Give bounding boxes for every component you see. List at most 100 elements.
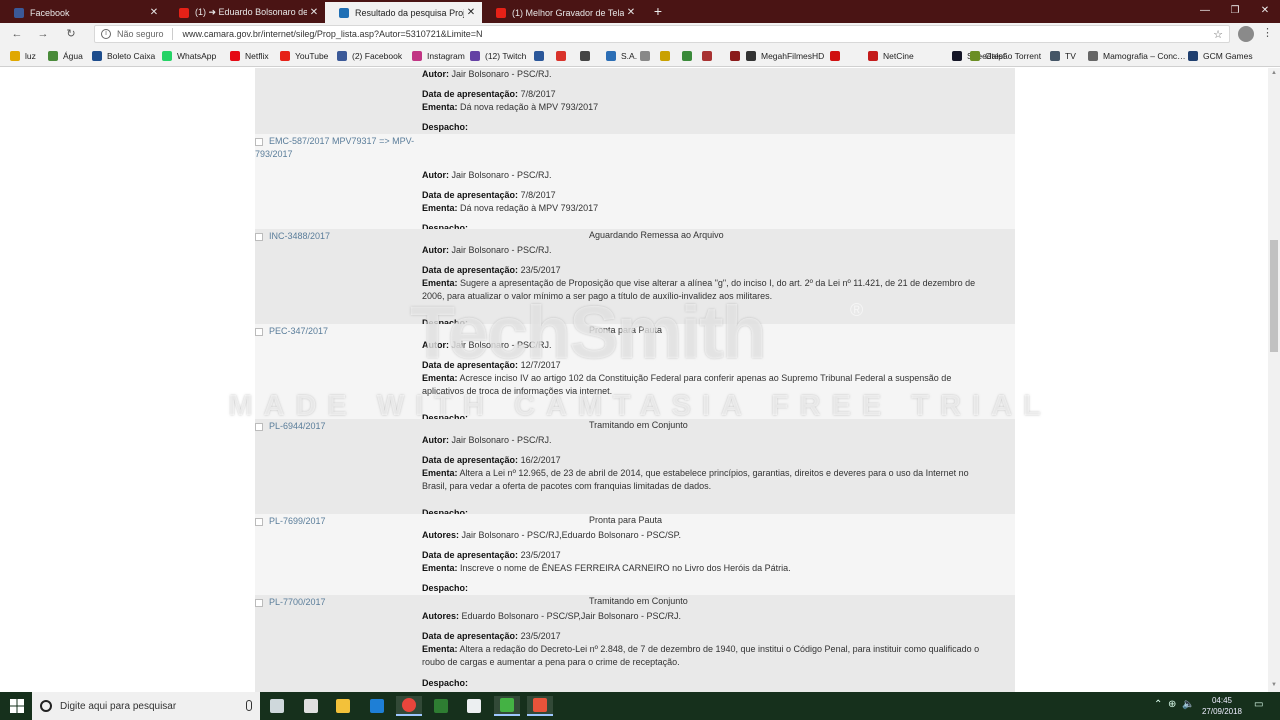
close-window-button[interactable]: ✕: [1250, 2, 1280, 20]
profile-avatar[interactable]: [1238, 26, 1254, 42]
bookmark-item[interactable]: [730, 49, 745, 63]
date-value: 23/5/2017: [520, 265, 561, 275]
ementa-block: Ementa: Altera a redação do Decreto-Lei …: [422, 643, 1007, 669]
taskbar-file-explorer-button[interactable]: [330, 696, 356, 716]
proposition-link[interactable]: PL-7700/2017: [269, 596, 429, 609]
bookmark-item[interactable]: [702, 49, 717, 63]
bookmark-item[interactable]: Mamografia – Conc…: [1088, 49, 1186, 63]
select-checkbox[interactable]: [255, 233, 263, 241]
bookmark-item[interactable]: [660, 49, 675, 63]
windows-start-icon[interactable]: [10, 699, 24, 713]
close-tab-icon[interactable]: ✕: [307, 7, 321, 18]
scroll-up-icon[interactable]: ▲: [1270, 70, 1278, 76]
proposition-link[interactable]: EMC-587/2017 MPV79317 => MPV-793/2017: [255, 135, 415, 161]
bookmark-item[interactable]: (12) Twitch: [470, 49, 526, 63]
tab-facebook[interactable]: Facebook ✕: [0, 2, 165, 23]
bookmark-favicon-icon: [640, 51, 650, 61]
bookmark-item[interactable]: GCM Games: [1188, 49, 1253, 63]
taskbar-app-2-button[interactable]: [298, 696, 324, 716]
taskbar-clock[interactable]: 04:45 27/09/2018: [1196, 695, 1248, 717]
taskbar-camtasia-button[interactable]: [494, 696, 520, 716]
taskbar-search-box[interactable]: Digite aqui para pesquisar: [32, 692, 260, 720]
proposition-link[interactable]: PEC-347/2017: [269, 325, 429, 338]
task-view-icon: [270, 699, 284, 713]
result-row: PL-7700/2017 Tramitando em Conjunto Autore…: [255, 595, 1015, 692]
minimize-button[interactable]: —: [1190, 2, 1220, 20]
scrollbar-thumb[interactable]: [1270, 240, 1278, 352]
page-scrollbar[interactable]: ▲ ▼: [1268, 68, 1280, 692]
bookmark-item[interactable]: WhatsApp: [162, 49, 216, 63]
ementa-text: Dá nova redação à MPV 793/2017: [460, 203, 599, 213]
bookmark-item[interactable]: Instagram: [412, 49, 465, 63]
taskbar-app-6-button[interactable]: [428, 696, 454, 716]
author-line: Autor: Jair Bolsonaro - PSC/RJ.: [422, 434, 1007, 447]
bookmark-item[interactable]: [534, 49, 549, 63]
bookmark-favicon-icon: [1088, 51, 1098, 61]
select-checkbox[interactable]: [255, 328, 263, 336]
reload-button[interactable]: ↻: [62, 26, 80, 42]
search-placeholder: Digite aqui para pesquisar: [60, 700, 177, 712]
author-label: Autores:: [422, 611, 460, 621]
select-checkbox[interactable]: [255, 423, 263, 431]
maximize-button[interactable]: ❐: [1220, 2, 1250, 20]
bookmark-favicon-icon: [702, 51, 712, 61]
bookmark-item[interactable]: S.A.: [606, 49, 637, 63]
bookmark-item[interactable]: Netflix: [230, 49, 269, 63]
bookmark-item[interactable]: NetCine: [868, 49, 914, 63]
bookmark-label: luz: [25, 51, 36, 61]
bookmark-favicon-icon: [230, 51, 240, 61]
tab-camara-results[interactable]: Resultado da pesquisa Projeto d… ✕: [325, 2, 482, 23]
bookmark-item[interactable]: Boleto Caixa: [92, 49, 155, 63]
info-icon[interactable]: i: [101, 29, 111, 39]
microphone-icon[interactable]: [246, 700, 252, 711]
proposition-link[interactable]: INC-3488/2017: [269, 230, 429, 243]
bookmark-item[interactable]: (2) Facebook: [337, 49, 402, 63]
bookmark-favicon-icon: [534, 51, 544, 61]
close-tab-icon[interactable]: ✕: [464, 7, 478, 18]
new-tab-button[interactable]: +: [650, 3, 666, 19]
bookmark-item[interactable]: MegahFilmesHD: [746, 49, 824, 63]
select-checkbox[interactable]: [255, 599, 263, 607]
taskbar-task-view-button[interactable]: [264, 696, 290, 716]
ementa-label: Ementa:: [422, 102, 458, 112]
url-bar[interactable]: i Não seguro www.camara.gov.br/internet/…: [94, 25, 1230, 43]
bookmark-item[interactable]: TV: [1050, 49, 1076, 63]
back-button[interactable]: ←: [8, 26, 26, 42]
url-text[interactable]: www.camara.gov.br/internet/sileg/Prop_li…: [183, 29, 483, 39]
scroll-down-icon[interactable]: ▼: [1270, 682, 1278, 688]
bookmark-star-icon[interactable]: ☆: [1213, 28, 1223, 41]
select-checkbox[interactable]: [255, 518, 263, 526]
bookmark-item[interactable]: [830, 49, 845, 63]
taskbar-camtasia-recorder-button[interactable]: [527, 696, 553, 716]
tab-youtube-eduardo[interactable]: (1) ➜ Eduardo Bolsonaro desm… ✕: [165, 2, 325, 23]
network-icon[interactable]: ⊕: [1168, 699, 1176, 710]
bookmark-item[interactable]: YouTube: [280, 49, 328, 63]
browser-menu-icon[interactable]: ⋮: [1262, 26, 1273, 39]
bookmark-favicon-icon: [952, 51, 962, 61]
notifications-icon[interactable]: ▭: [1254, 699, 1263, 710]
bookmark-item[interactable]: [580, 49, 595, 63]
tray-up-icon[interactable]: ⌃: [1154, 699, 1162, 710]
proposition-link[interactable]: PL-6944/2017: [269, 420, 429, 433]
bookmark-item[interactable]: Galpão Torrent: [970, 49, 1041, 63]
volume-icon[interactable]: 🔈: [1182, 699, 1194, 710]
taskbar-edge-button[interactable]: [364, 696, 390, 716]
bookmark-item[interactable]: [682, 49, 697, 63]
author-line: Autor: Jair Bolsonaro - PSC/RJ.: [422, 68, 1007, 81]
forward-button[interactable]: →: [34, 26, 52, 42]
bookmark-item[interactable]: [556, 49, 571, 63]
proposition-link[interactable]: PL-7699/2017: [269, 515, 429, 528]
bookmark-label: NetCine: [883, 51, 914, 61]
ementa-label: Ementa:: [422, 644, 458, 654]
bookmark-item[interactable]: luz: [10, 49, 36, 63]
ementa-text: Altera a Lei nº 12.965, de 23 de abril d…: [459, 468, 969, 478]
tab-youtube-gravador[interactable]: (1) Melhor Gravador de Tela Pa… ✕: [482, 2, 642, 23]
taskbar-mail-button[interactable]: [461, 696, 487, 716]
bookmark-item[interactable]: Água: [48, 49, 83, 63]
close-tab-icon[interactable]: ✕: [147, 7, 161, 18]
bookmark-favicon-icon: [337, 51, 347, 61]
taskbar-chrome-button[interactable]: [396, 696, 422, 716]
bookmark-label: WhatsApp: [177, 51, 217, 61]
close-tab-icon[interactable]: ✕: [624, 7, 638, 18]
bookmark-item[interactable]: [640, 49, 655, 63]
